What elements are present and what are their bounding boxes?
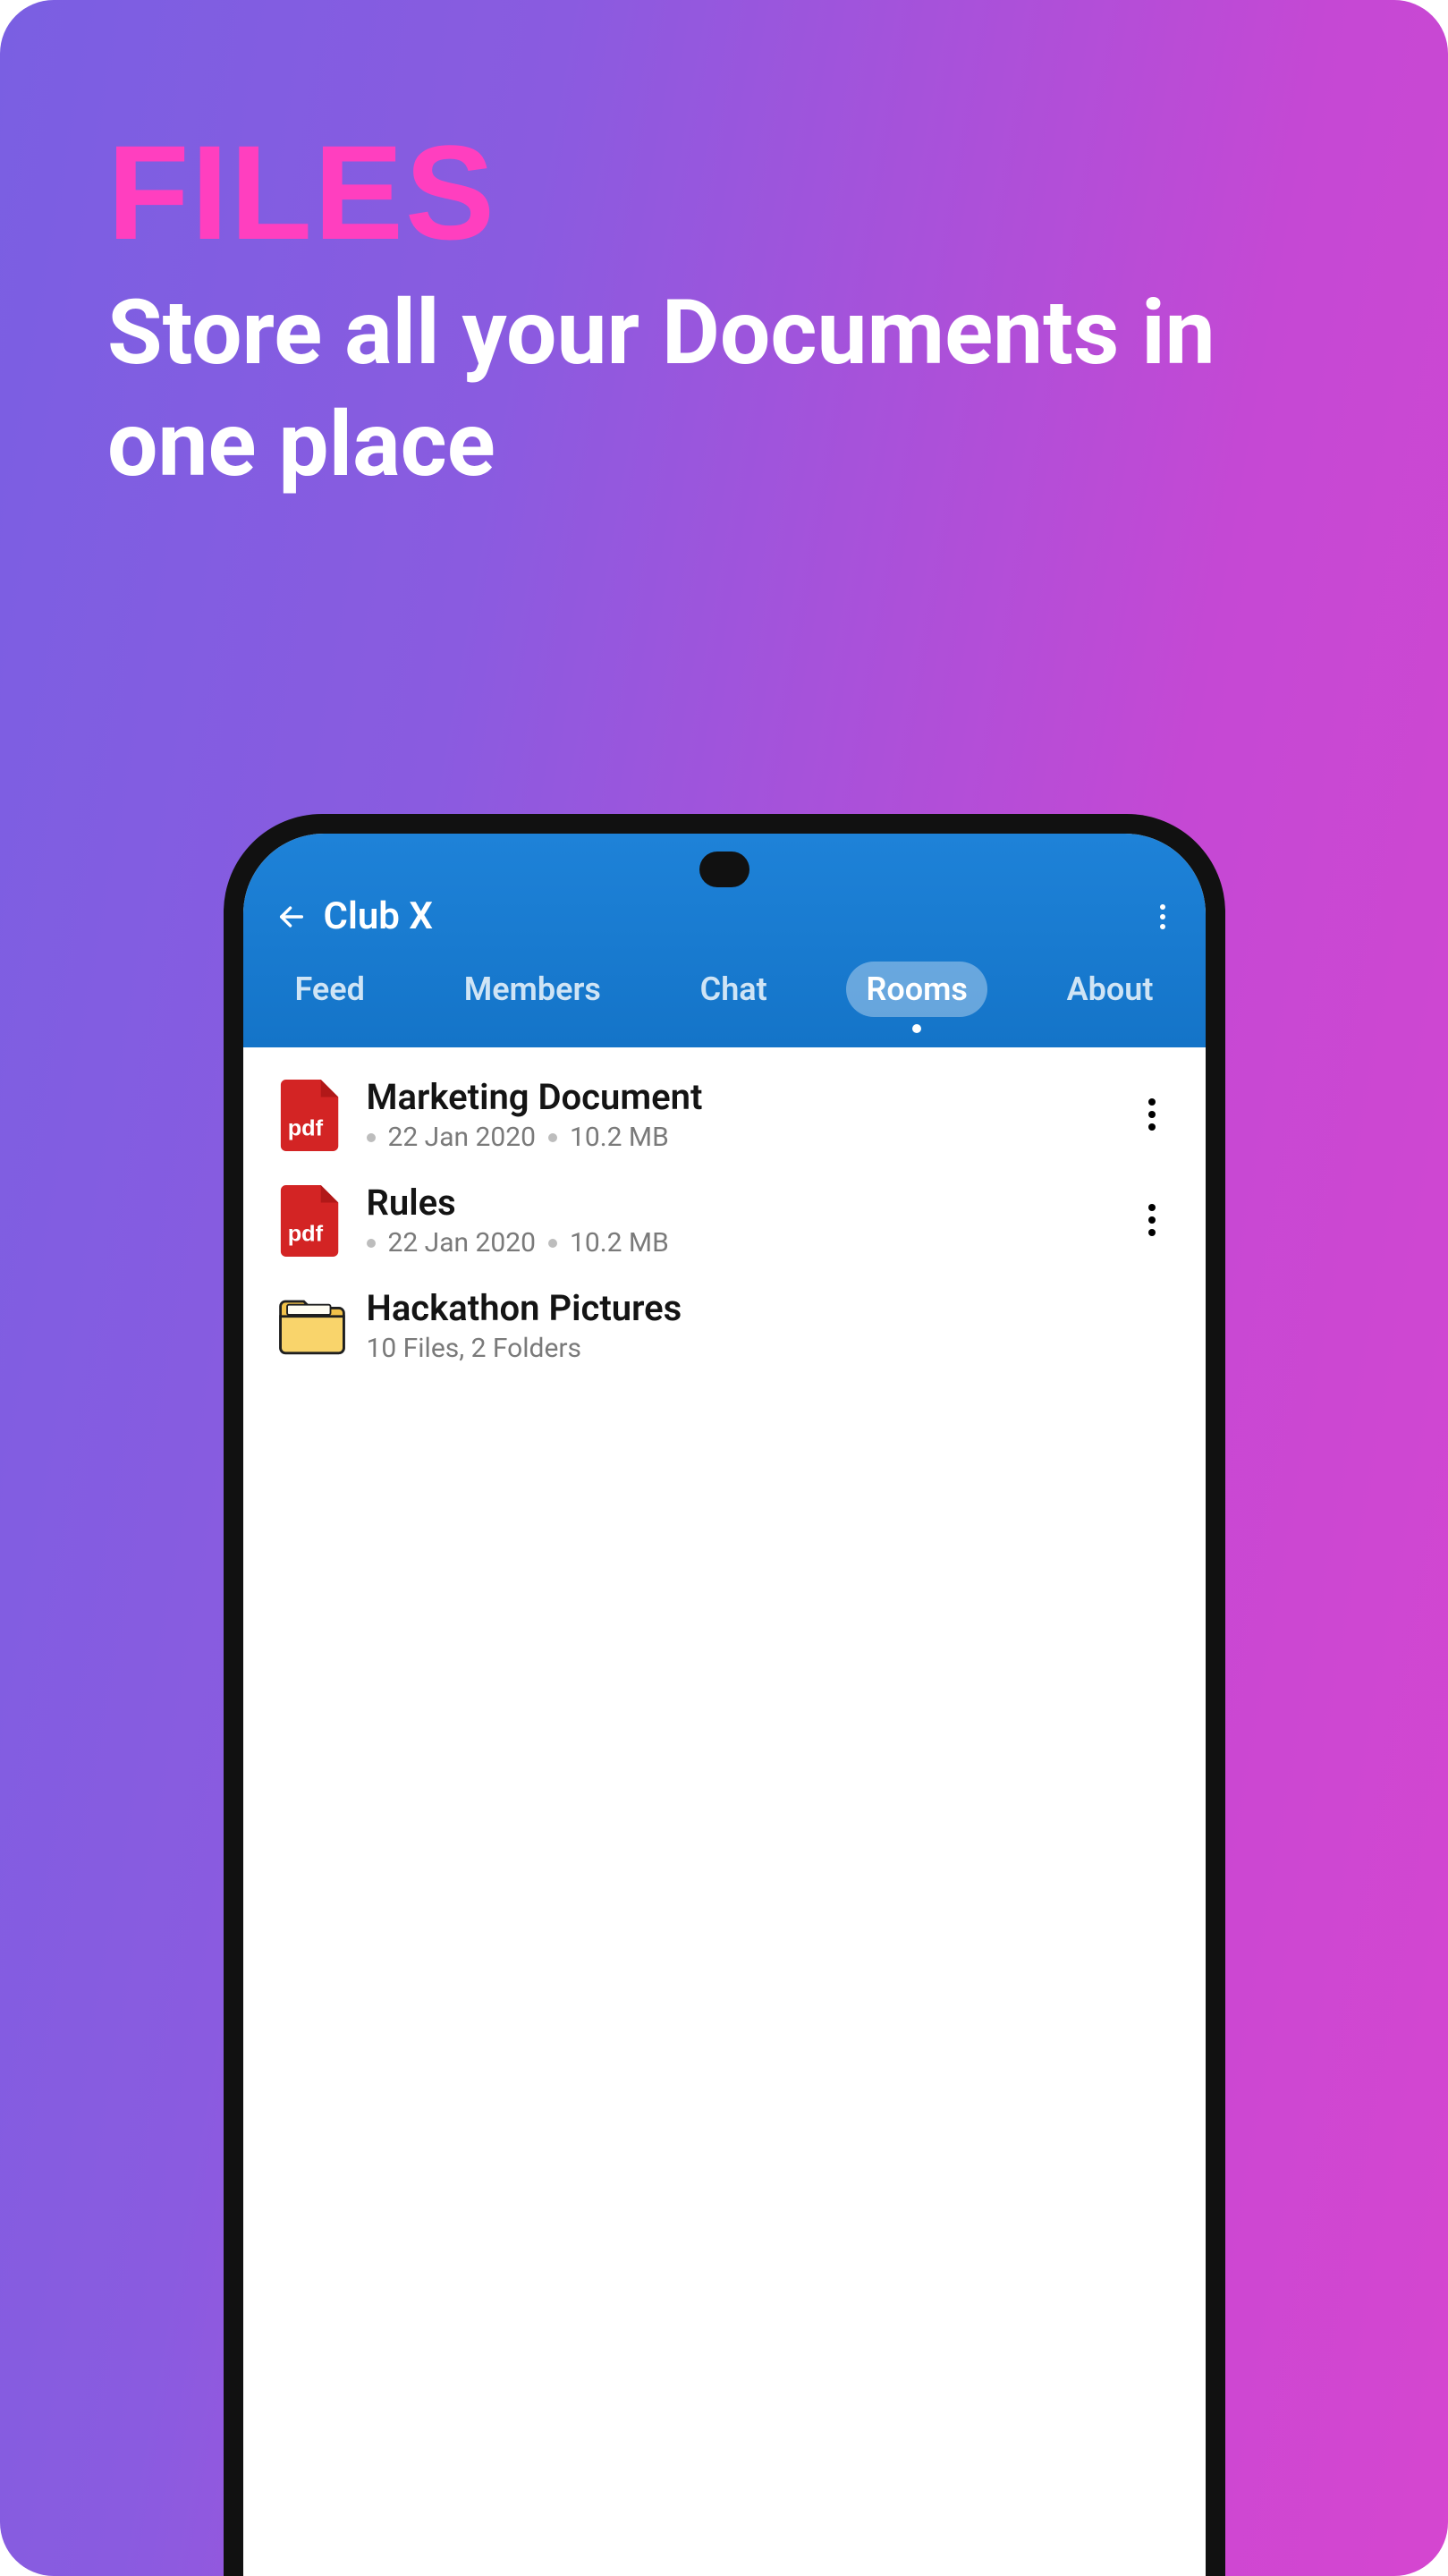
folder-summary: 10 Files, 2 Folders	[367, 1333, 582, 1364]
file-size: 10.2 MB	[570, 1122, 669, 1153]
tab-label: Rooms	[866, 970, 967, 1008]
phone-camera-icon	[699, 852, 749, 887]
promo-title: FILES	[107, 125, 1341, 259]
file-info: Marketing Document 22 Jan 2020 10.2 MB	[367, 1076, 1113, 1153]
file-date: 22 Jan 2020	[388, 1227, 536, 1258]
file-more-button[interactable]	[1130, 1089, 1173, 1140]
tab-feed[interactable]: Feed	[275, 962, 385, 1017]
bullet-icon	[548, 1133, 557, 1142]
tab-chat[interactable]: Chat	[681, 962, 787, 1017]
back-button[interactable]	[270, 895, 313, 938]
tab-rooms[interactable]: Rooms	[846, 962, 987, 1017]
header-more-button[interactable]	[1147, 895, 1179, 938]
more-vertical-icon	[1148, 1098, 1156, 1131]
tab-label: About	[1067, 970, 1154, 1008]
promo-subtitle: Store all your Documents in one place	[107, 277, 1341, 501]
pdf-file-icon: pdf	[277, 1182, 347, 1258]
file-meta: 22 Jan 2020 10.2 MB	[367, 1227, 1113, 1258]
promo-card: FILES Store all your Documents in one pl…	[0, 0, 1448, 2576]
folder-icon	[275, 1292, 349, 1359]
pdf-icon-wrap: pdf	[275, 1074, 349, 1155]
tab-label: Chat	[700, 970, 767, 1008]
arrow-left-icon	[276, 902, 307, 932]
file-more-button[interactable]	[1130, 1195, 1173, 1245]
promo-text-block: FILES Store all your Documents in one pl…	[107, 125, 1341, 501]
tabs: Feed Members Chat Rooms About	[243, 953, 1206, 1047]
header-row: Club X	[243, 884, 1206, 953]
svg-text:pdf: pdf	[287, 1115, 323, 1140]
bullet-icon	[548, 1239, 557, 1248]
file-meta: 10 Files, 2 Folders	[367, 1333, 1173, 1364]
file-meta: 22 Jan 2020 10.2 MB	[367, 1122, 1113, 1153]
more-vertical-icon	[1160, 904, 1165, 929]
file-info: Hackathon Pictures 10 Files, 2 Folders	[367, 1287, 1173, 1364]
tab-about[interactable]: About	[1047, 962, 1173, 1017]
file-info: Rules22 Jan 2020 10.2 MB	[367, 1182, 1113, 1258]
list-item[interactable]: pdf Marketing Document 22 Jan 2020 10.2 MB	[268, 1062, 1181, 1167]
file-name: Marketing Document	[367, 1076, 1113, 1118]
bullet-icon	[367, 1133, 376, 1142]
list-item[interactable]: pdf Rules22 Jan 2020 10.2 MB	[268, 1167, 1181, 1273]
tab-label: Members	[464, 970, 601, 1008]
file-size: 10.2 MB	[570, 1227, 669, 1258]
svg-text:pdf: pdf	[287, 1221, 323, 1246]
pdf-file-icon: pdf	[277, 1076, 347, 1153]
file-name: Hackathon Pictures	[367, 1287, 1173, 1329]
tab-members[interactable]: Members	[445, 962, 621, 1017]
file-list: pdf Marketing Document 22 Jan 2020 10.2 MB…	[243, 1026, 1206, 2278]
tab-label: Feed	[295, 970, 365, 1008]
page-title: Club X	[324, 894, 433, 938]
folder-icon-wrap	[275, 1285, 349, 1366]
pdf-icon-wrap: pdf	[275, 1180, 349, 1260]
tab-active-indicator-icon	[912, 1024, 921, 1033]
list-item[interactable]: Hackathon Pictures 10 Files, 2 Folders	[268, 1273, 1181, 1378]
file-name: Rules	[367, 1182, 1113, 1224]
more-vertical-icon	[1148, 1204, 1156, 1236]
phone-screen: Club X Feed Members Chat Rooms About pdf Mar…	[243, 834, 1206, 2576]
phone-frame: Club X Feed Members Chat Rooms About pdf Mar…	[224, 814, 1225, 2576]
bullet-icon	[367, 1239, 376, 1248]
file-date: 22 Jan 2020	[388, 1122, 536, 1153]
